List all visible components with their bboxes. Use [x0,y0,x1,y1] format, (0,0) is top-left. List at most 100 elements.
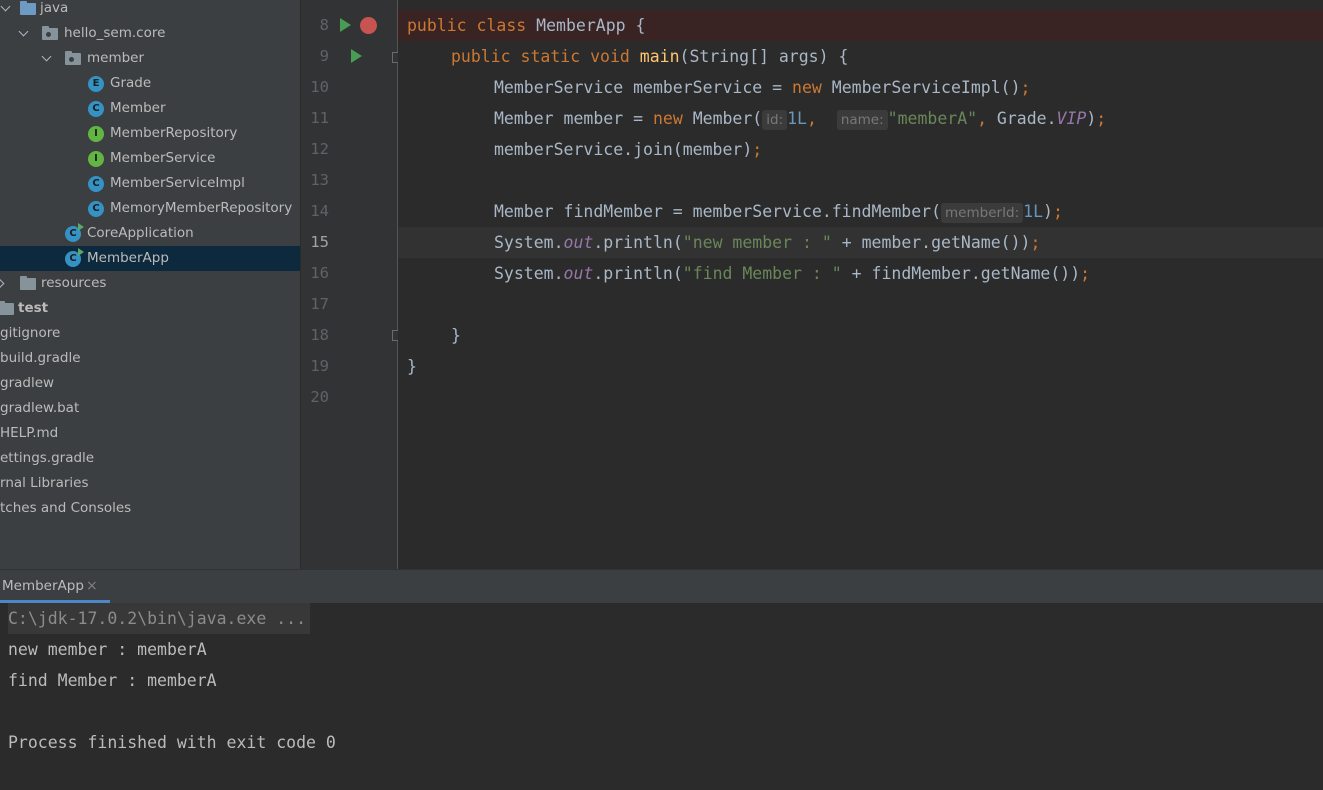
tree-item-gitignore[interactable]: gitignore [0,321,300,346]
code-line-16[interactable]: System.out.println("find Member : " + fi… [398,258,1323,289]
class-icon: C [88,101,104,117]
comma: , [807,109,817,128]
code-line-10[interactable]: MemberService memberService = new Member… [398,72,1323,103]
close-icon[interactable]: × [86,570,98,603]
interface-icon: I [88,126,104,142]
tree-item-label: HELP.md [0,425,59,441]
tree-item-build-gradle[interactable]: build.gradle [0,346,300,371]
tree-item-external-libraries[interactable]: rnal Libraries [0,471,300,496]
line-number: 19 [310,357,329,375]
code-text: + member.getName()) [831,233,1031,252]
code-line-11[interactable]: Member member = new Member(id: 1L, name: "… [398,103,1323,134]
tree-item-label: ettings.gradle [0,450,95,466]
code-line-18[interactable]: } [398,320,1323,351]
tree-item-java[interactable]: java [0,0,300,21]
code-text: System. [494,233,564,252]
code-text: .println( [593,264,683,283]
tree-item-gradlew[interactable]: gradlew [0,371,300,396]
tree-item-grade[interactable]: E Grade [0,71,300,96]
number-literal: 1L [787,109,807,128]
tree-item-core-application[interactable]: C CoreApplication [0,221,300,246]
code-line-19[interactable]: } [398,351,1323,382]
line-number: 17 [310,295,329,313]
tree-item-label: gitignore [0,325,61,341]
tree-item-member-service-impl[interactable]: C MemberServiceImpl [0,171,300,196]
run-main-icon[interactable] [351,49,362,63]
tree-item-member-package[interactable]: member [0,46,300,71]
keyword: void [590,47,630,66]
tree-item-settings-gradle[interactable]: ettings.gradle [0,446,300,471]
code-text: + findMember.getName()) [841,264,1081,283]
tree-item-label: hello_sem.core [64,25,166,41]
tree-item-member-service[interactable]: I MemberService [0,146,300,171]
code-line-8[interactable]: public class MemberApp { [398,10,1323,41]
semicolon: ; [1020,78,1031,97]
string-literal: "memberA" [887,109,978,128]
code-text: .println( [593,233,683,252]
project-tree[interactable]: java hello_sem.core member E Grade C Mem… [0,0,300,569]
code-text: Member findMember = memberService.findMe… [494,202,942,221]
method-name: main [639,47,680,66]
code-line-20[interactable] [398,382,1323,413]
tree-item-member-repository[interactable]: I MemberRepository [0,121,300,146]
tree-item-memory-member-repository[interactable]: C MemoryMemberRepository [0,196,300,221]
tree-item-hello-sem-core[interactable]: hello_sem.core [0,21,300,46]
run-console[interactable]: C:\jdk-17.0.2\bin\java.exe ... new membe… [0,603,1323,790]
editor-gutter[interactable]: 8 9 10 11 12 13 14 15 16 17 18 19 20 [301,0,403,569]
parameter-hint: name: [836,110,888,130]
resources-folder-icon [20,276,36,294]
tree-item-label: MemberService [110,150,216,166]
parameter-hint: memberId: [941,203,1024,223]
tree-item-member-class[interactable]: C Member [0,96,300,121]
code-text: MemberServiceImpl() [821,78,1021,97]
tree-item-resources[interactable]: resources [0,271,300,296]
chevron-right-icon[interactable] [0,277,8,289]
run-class-icon[interactable] [340,18,351,32]
tree-item-label: test [18,300,49,316]
line-number: 11 [310,109,329,127]
code-text: MemberService memberService = [494,78,793,97]
run-tab-label: MemberApp [2,578,84,594]
code-text: ) [1043,202,1053,221]
code-line-9[interactable]: public static void main(String[] args) { [398,41,1323,72]
code-text: Member( [682,109,763,128]
console-command-line[interactable]: C:\jdk-17.0.2\bin\java.exe ... [8,603,311,634]
tree-item-label: gradlew [0,375,55,391]
code-line-15[interactable]: System.out.println("new member : " + mem… [398,227,1323,258]
runnable-class-icon: C [65,248,84,267]
code-line-14[interactable]: Member findMember = memberService.findMe… [398,196,1323,227]
string-literal: "find Member : " [682,264,842,283]
breakpoint-icon[interactable] [360,17,377,34]
chevron-down-icon[interactable] [18,27,30,39]
tree-item-gradlew-bat[interactable]: gradlew.bat [0,396,300,421]
tree-item-member-app[interactable]: C MemberApp [0,246,300,271]
semicolon: ; [1080,264,1091,283]
code-editor[interactable]: public class MemberApp { public static v… [398,0,1323,569]
console-output-line: new member : memberA [8,640,207,659]
tree-item-help-md[interactable]: HELP.md [0,421,300,446]
parameter-hint: id: [762,110,788,130]
line-number-current: 15 [310,233,329,251]
tree-item-label: java [40,0,69,16]
code-line-12[interactable]: memberService.join(member); [398,134,1323,165]
code-text: ) [1086,109,1097,128]
code-text: Member member = [494,109,653,128]
keyword: new [792,78,822,97]
semicolon: ; [1096,109,1107,128]
code-line-17[interactable] [398,289,1323,320]
code-text: (String[] args) { [679,47,849,66]
code-text: MemberApp { [526,16,646,35]
tree-item-scratches-and-consoles[interactable]: tches and Consoles [0,496,300,521]
code-text: memberService.join(member) [494,140,753,159]
tree-item-label: gradlew.bat [0,400,80,416]
static-field: out [563,264,594,283]
chevron-down-icon[interactable] [41,52,53,64]
tree-item-label: tches and Consoles [0,500,132,516]
chevron-down-icon[interactable] [0,2,12,14]
tree-item-label: resources [41,275,107,291]
tree-item-test[interactable]: test [0,296,300,321]
keyword: class [476,16,527,35]
code-line-13[interactable] [398,165,1323,196]
tab-member-app-run[interactable]: MemberApp × [0,570,110,603]
folder-icon [0,301,14,319]
